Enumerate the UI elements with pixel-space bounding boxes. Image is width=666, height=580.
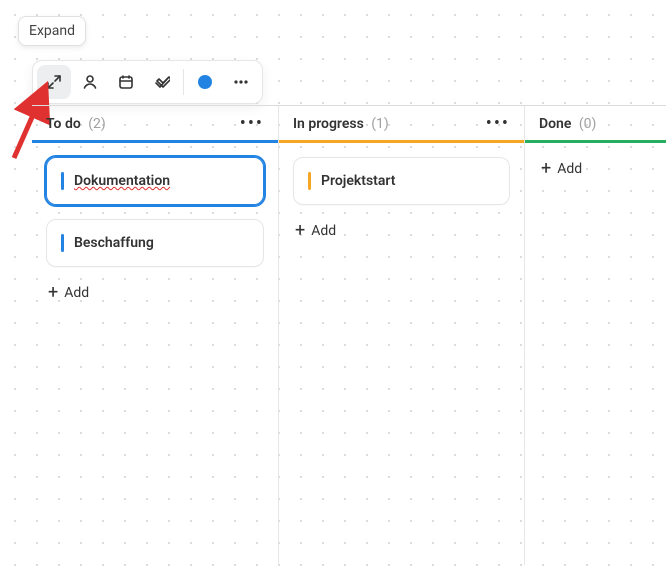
kanban-board: To do (2) ••• Dokumentation Beschaffung … — [32, 105, 666, 565]
add-card-button[interactable]: + Add — [46, 281, 264, 305]
add-label: Add — [311, 223, 336, 239]
more-icon — [232, 74, 250, 90]
column-title-wrap: In progress (1) — [293, 116, 389, 132]
column-title: In progress — [293, 116, 364, 132]
calendar-icon — [118, 74, 134, 90]
column-body: Dokumentation Beschaffung + Add — [32, 143, 278, 319]
column-menu-button[interactable]: ••• — [486, 117, 510, 131]
toolbar — [32, 60, 263, 104]
more-button[interactable] — [224, 65, 258, 99]
card-title: Beschaffung — [74, 235, 154, 251]
column-title: Done — [539, 116, 571, 132]
card-beschaffung[interactable]: Beschaffung — [46, 219, 264, 267]
card-title: Projektstart — [321, 173, 395, 189]
card-color-bar — [61, 234, 64, 252]
plus-icon: + — [541, 162, 551, 176]
column-title: To do — [46, 116, 81, 132]
person-icon — [82, 74, 98, 90]
card-title: Dokumentation — [74, 173, 170, 189]
column-count: (2) — [88, 116, 106, 132]
plus-icon: + — [48, 286, 58, 300]
column-title-wrap: To do (2) — [46, 116, 106, 132]
add-card-button[interactable]: + Add — [293, 219, 510, 243]
plus-icon: + — [295, 224, 305, 238]
expand-tooltip: Expand — [18, 16, 86, 46]
card-dokumentation[interactable]: Dokumentation — [46, 157, 264, 205]
column-header-todo: To do (2) ••• — [32, 106, 278, 143]
column-body: + Add — [525, 143, 666, 195]
expand-icon — [46, 74, 62, 90]
column-count: (1) — [371, 116, 389, 132]
person-button[interactable] — [73, 65, 107, 99]
add-label: Add — [64, 285, 89, 301]
toolbar-separator — [183, 69, 184, 95]
column-header-done: Done (0) — [525, 106, 666, 143]
add-card-button[interactable]: + Add — [539, 157, 652, 181]
card-projektstart[interactable]: Projektstart — [293, 157, 510, 205]
column-done: Done (0) + Add — [524, 106, 666, 565]
column-header-inprogress: In progress (1) ••• — [279, 106, 524, 143]
calendar-button[interactable] — [109, 65, 143, 99]
color-dot-icon — [198, 75, 212, 89]
add-label: Add — [557, 161, 582, 177]
expand-button[interactable] — [37, 65, 71, 99]
column-menu-button[interactable]: ••• — [240, 117, 264, 131]
column-count: (0) — [579, 116, 597, 132]
column-body: Projektstart + Add — [279, 143, 524, 257]
color-button[interactable] — [188, 65, 222, 99]
check-button[interactable] — [145, 65, 179, 99]
expand-tooltip-label: Expand — [29, 23, 75, 39]
card-color-bar — [61, 172, 64, 190]
check-icon — [154, 74, 170, 90]
column-inprogress: In progress (1) ••• Projektstart + Add — [278, 106, 524, 565]
column-title-wrap: Done (0) — [539, 116, 596, 132]
column-todo: To do (2) ••• Dokumentation Beschaffung … — [32, 106, 278, 565]
card-color-bar — [308, 172, 311, 190]
